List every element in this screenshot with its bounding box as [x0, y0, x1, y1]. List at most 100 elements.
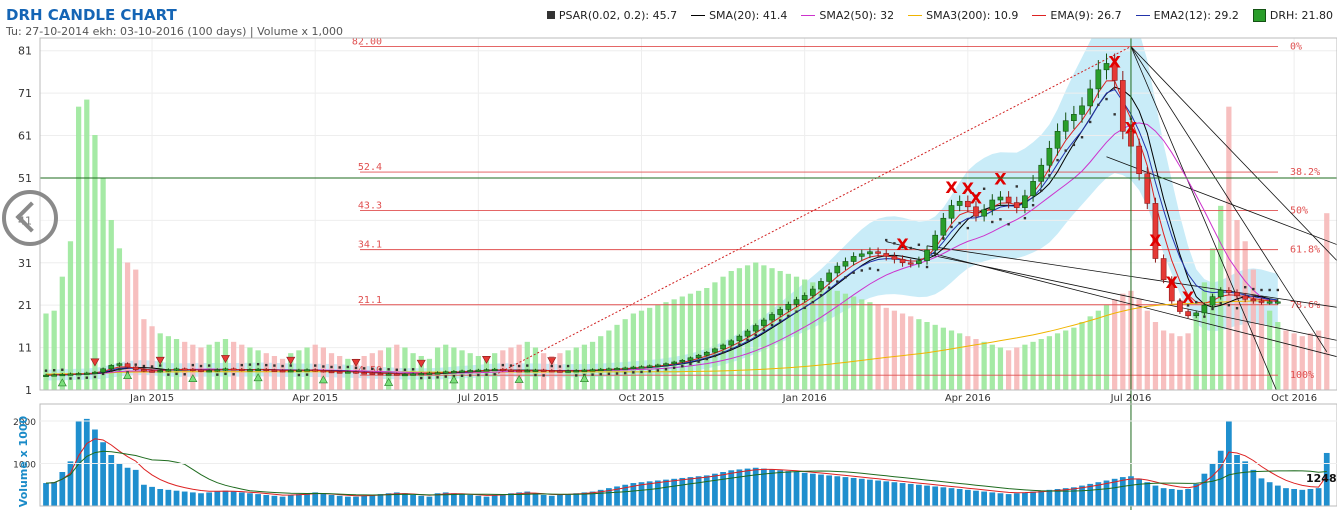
- psar-dot: [746, 338, 749, 342]
- volume-bar-bg: [614, 324, 620, 390]
- volume-bar: [1144, 482, 1151, 506]
- volume-bar-bg: [1258, 297, 1265, 390]
- volume-bar-bg: [1022, 344, 1028, 390]
- psar-dot: [509, 364, 513, 367]
- candle-body: [948, 205, 955, 219]
- volume-bar-bg: [51, 310, 57, 390]
- candle-body: [850, 256, 857, 262]
- volume-bar: [973, 490, 979, 506]
- volume-bar: [410, 494, 416, 506]
- candle-body: [100, 368, 106, 373]
- sell-signal-x-icon: X: [1166, 273, 1179, 292]
- candle-body: [214, 369, 221, 372]
- psar-dot: [477, 373, 480, 377]
- candle-body: [826, 272, 832, 282]
- candle-body: [1234, 292, 1240, 297]
- candle-body: [916, 260, 922, 264]
- psar-dot: [207, 364, 211, 367]
- volume-bar: [1079, 485, 1085, 506]
- legend-item: EMA2(12): 29.2: [1135, 9, 1239, 22]
- sell-signal-x-icon: X: [994, 169, 1007, 188]
- psar-dot: [526, 364, 529, 367]
- volume-bar-bg: [826, 288, 832, 390]
- volume-bar: [165, 489, 172, 506]
- candle-body: [402, 374, 408, 377]
- volume-bar: [328, 494, 335, 506]
- candle-body: [557, 370, 563, 373]
- candle-body: [997, 196, 1004, 201]
- volume-bar: [1177, 489, 1183, 506]
- volume-bar: [222, 490, 229, 506]
- psar-dot: [762, 328, 766, 332]
- volume-bar-bg: [1185, 333, 1191, 390]
- candle-body: [638, 366, 645, 369]
- candle-body: [679, 360, 686, 363]
- candle-body: [59, 374, 66, 377]
- volume-bar: [1038, 490, 1045, 506]
- volume-bar: [83, 418, 90, 506]
- psar-dot: [256, 362, 260, 366]
- psar-dot: [93, 375, 97, 379]
- volume-bar: [695, 476, 702, 506]
- volume-bar-bg: [940, 327, 946, 390]
- psar-dot: [1219, 302, 1222, 305]
- candle-body: [842, 261, 849, 267]
- y-tick-label: 81: [18, 45, 32, 58]
- candle-body: [353, 371, 359, 374]
- chart-title: DRH CANDLE CHART: [6, 6, 177, 24]
- psar-dot: [411, 368, 415, 371]
- candle-body: [728, 340, 735, 346]
- psar-dot: [240, 363, 243, 367]
- candle-body: [907, 262, 914, 265]
- candle-body: [630, 366, 637, 369]
- psar-dot: [468, 374, 472, 377]
- volume-bar-bg: [279, 358, 286, 390]
- volume-bar-bg: [1226, 106, 1232, 390]
- volume-bar-bg: [908, 316, 914, 390]
- candle-body: [744, 330, 751, 337]
- volume-bar-bg: [924, 322, 930, 390]
- volume-bar: [491, 494, 498, 506]
- psar-dot: [893, 242, 896, 245]
- candle-body: [1030, 181, 1036, 197]
- previous-period-button[interactable]: [2, 190, 58, 246]
- volume-bar-bg: [67, 241, 74, 390]
- psar-dot: [640, 370, 643, 374]
- volume-bar: [1258, 478, 1265, 506]
- candle-body: [320, 370, 327, 373]
- candle-body: [198, 369, 204, 372]
- psar-dot: [1211, 307, 1214, 311]
- volume-bar: [344, 496, 351, 506]
- candle-body: [1005, 196, 1012, 203]
- x-tick-label: Apr 2015: [292, 393, 338, 404]
- volume-bar: [1266, 482, 1273, 506]
- volume-bar: [687, 477, 694, 506]
- candle-body: [336, 371, 343, 374]
- candle-body: [867, 251, 873, 255]
- volume-bar: [1242, 461, 1249, 506]
- psar-dot: [134, 363, 137, 366]
- volume-bar: [891, 482, 898, 506]
- candle-body: [124, 363, 131, 368]
- legend-item: PSAR(0.02, 0.2): 45.7: [546, 9, 677, 22]
- volume-bar-bg: [989, 344, 995, 390]
- candle-body: [304, 369, 310, 372]
- volume-bar-bg: [182, 341, 188, 390]
- candle-body: [165, 369, 172, 372]
- volume-bar: [907, 483, 914, 506]
- y-tick-label: 1: [25, 384, 32, 397]
- psar-dot: [950, 225, 953, 229]
- psar-dot: [354, 366, 358, 370]
- volume-bar: [1185, 489, 1191, 506]
- volume-bar: [1128, 476, 1134, 506]
- psar-dot: [778, 319, 782, 322]
- volume-bar-bg: [214, 341, 220, 390]
- volume-bar: [646, 481, 653, 506]
- volume-bar: [402, 493, 408, 506]
- psar-dot: [69, 377, 72, 380]
- psar-dot: [150, 365, 154, 368]
- x-tick-label: Jan 2016: [782, 393, 827, 404]
- chevron-left-icon: [15, 201, 47, 233]
- fib-level-value: 52.4: [358, 162, 382, 173]
- volume-bar-bg: [165, 336, 171, 390]
